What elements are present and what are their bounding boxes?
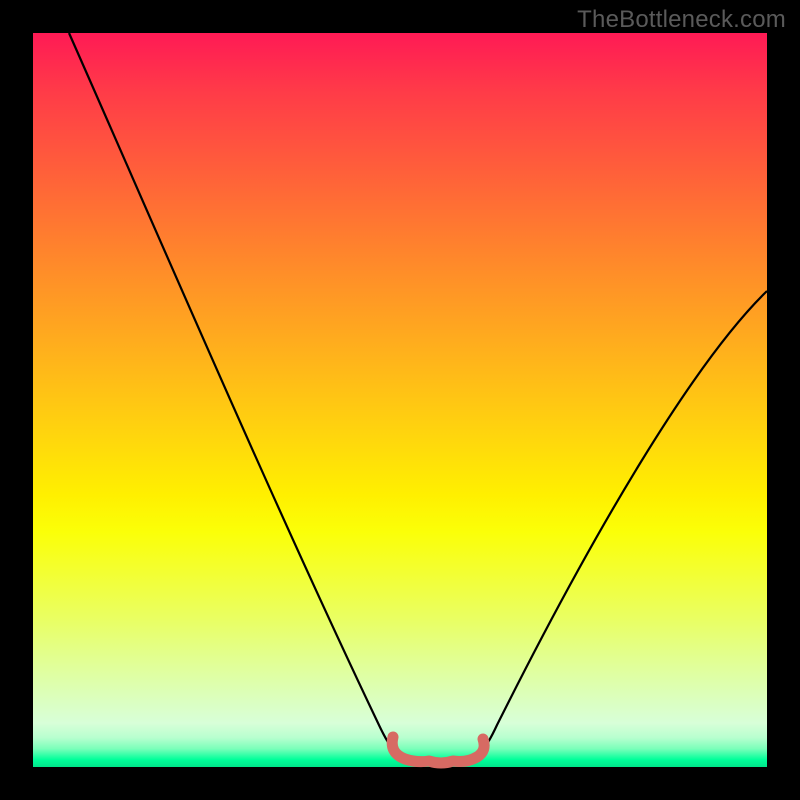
bottleneck-curve-line — [69, 33, 767, 761]
watermark-text: TheBottleneck.com — [577, 6, 786, 34]
chart-svg — [33, 33, 767, 767]
flat-region-marker — [392, 737, 484, 763]
chart-frame: TheBottleneck.com — [0, 0, 800, 800]
